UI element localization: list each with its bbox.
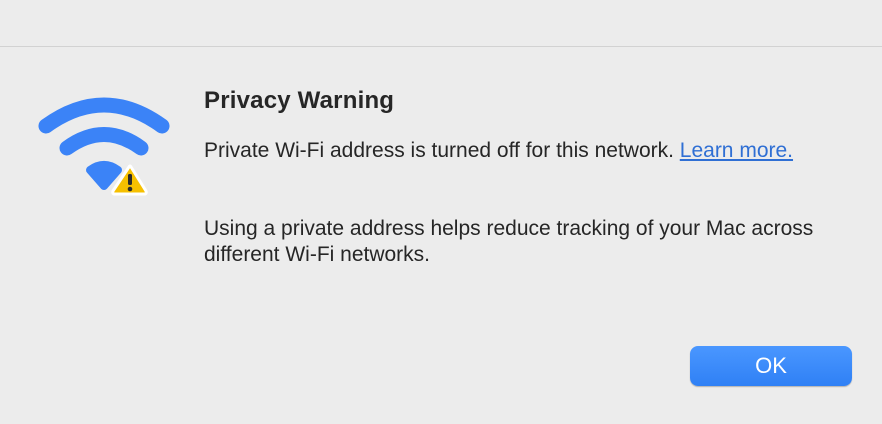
dialog-title: Privacy Warning — [204, 87, 395, 114]
wifi-warning-icon — [38, 97, 170, 196]
learn-more-link[interactable]: Learn more. — [680, 139, 793, 162]
wifi-icon — [38, 97, 170, 156]
dialog-message: Private Wi-Fi address is turned off for … — [204, 138, 834, 164]
dialog-secondary-message: Using a private address helps reduce tra… — [204, 217, 814, 266]
message-text: Private Wi-Fi address is turned off for … — [204, 139, 680, 162]
wifi-dot — [86, 161, 122, 190]
wifi-outer-arc — [38, 97, 170, 134]
wifi-middle-arc — [59, 127, 149, 156]
window-titlebar — [0, 0, 882, 47]
ok-button[interactable]: OK — [690, 346, 852, 386]
